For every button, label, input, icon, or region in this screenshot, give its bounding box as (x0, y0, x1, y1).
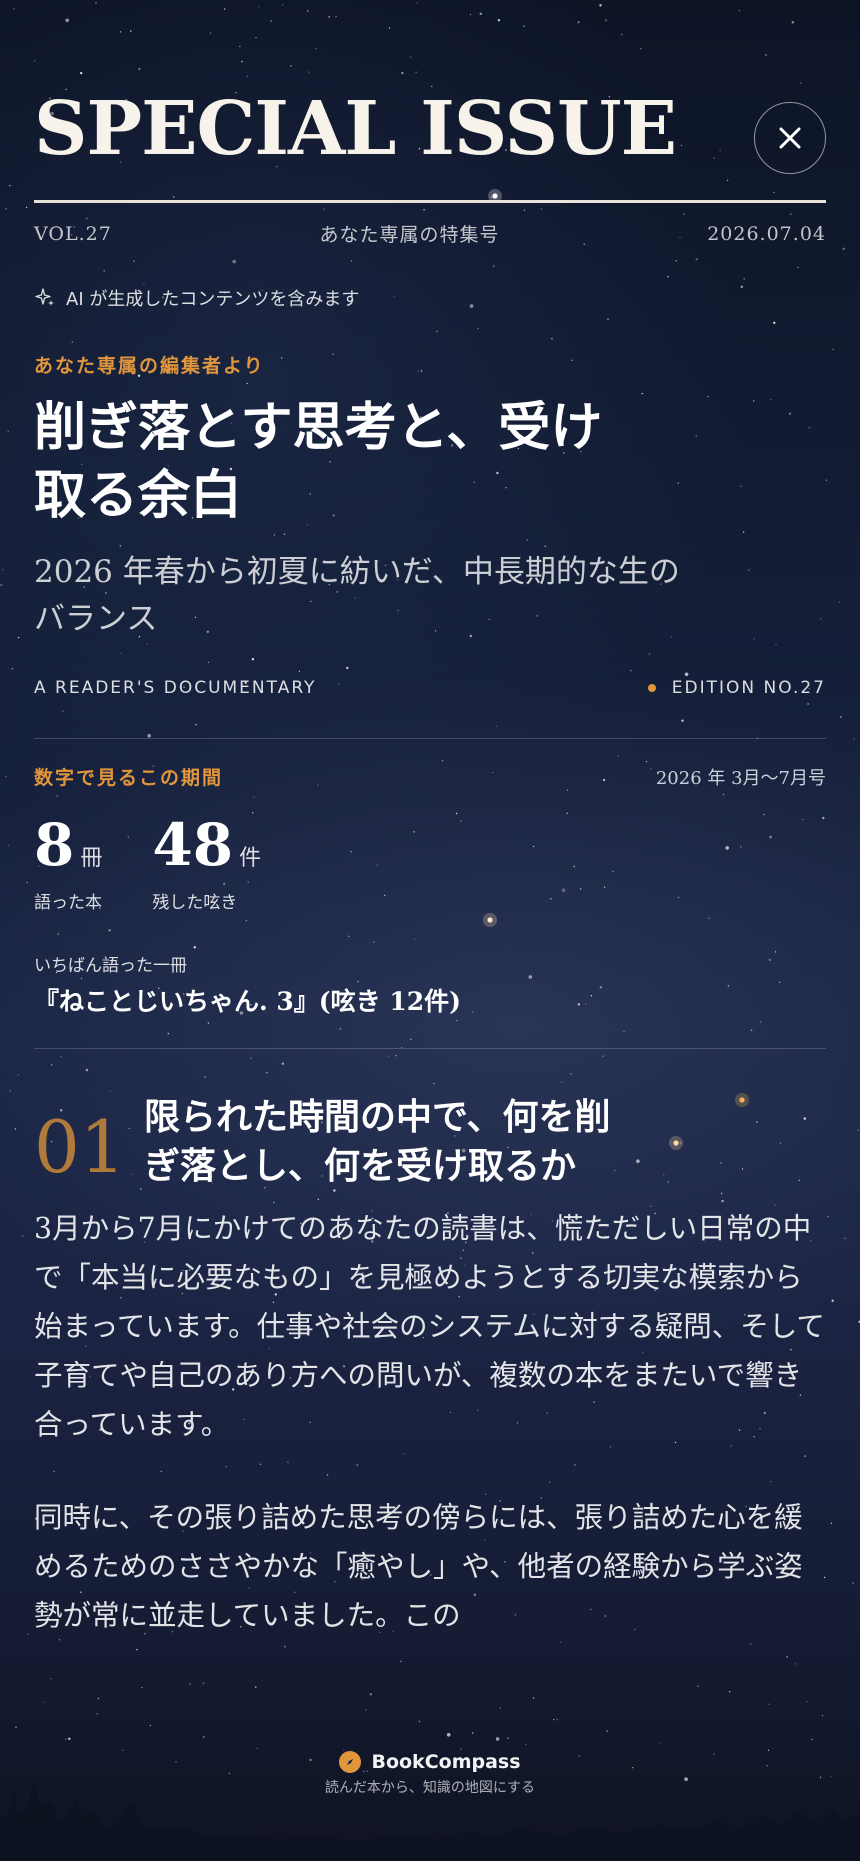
stat-value: 48 (152, 811, 234, 880)
brand-name: BookCompass (371, 1751, 521, 1773)
feature-subhead: 2026 年春から初夏に紡いだ、中長期的な生の バランス (34, 549, 826, 642)
close-icon (779, 127, 801, 149)
stat-unit: 冊 (80, 846, 103, 872)
star (43, 1701, 45, 1704)
byline-row: A READER'S DOCUMENTARY EDITION NO.27 (34, 678, 826, 698)
section-divider (34, 1048, 826, 1050)
star (499, 1707, 502, 1709)
star (697, 1685, 699, 1688)
sparkle-icon (35, 288, 54, 306)
headline-line-2: 取る余白 (34, 464, 243, 526)
stats-header: 数字で見るこの期間 2026 年 3月〜7月号 (34, 763, 826, 790)
body-paragraph: 3月から7月にかけてのあなたの読書は、慌ただしい日常の中で「本当に必要なもの」を… (34, 1212, 825, 1442)
star (65, 1738, 67, 1740)
star (141, 1686, 143, 1689)
star (149, 1724, 152, 1727)
close-button[interactable] (754, 102, 826, 174)
star (284, 1646, 286, 1648)
subhead-line-2: バランス (34, 600, 158, 637)
feature-headline: 削ぎ落とす思考と、受け 取る余白 (34, 394, 826, 529)
ai-disclaimer-text: AI が生成したコンテンツを含みます (66, 289, 360, 310)
star (728, 1691, 731, 1693)
chapter-number: 01 (34, 1105, 126, 1190)
star (659, 1742, 662, 1744)
star (560, 1641, 562, 1644)
star (256, 1747, 258, 1750)
stat-posts: 48 件 残した呟き (152, 816, 261, 913)
ai-disclaimer: AI が生成したコンテンツを含みます (34, 285, 826, 311)
issue-date: 2026.07.04 (707, 222, 826, 245)
chapter-title-line-2: ぎ落とし、何を受け取るか (144, 1144, 577, 1187)
volume-number: VOL.27 (34, 222, 112, 245)
headline-line-1: 削ぎ落とす思考と、受け (34, 397, 603, 458)
chapter-body: 3月から7月にかけてのあなたの読書は、慌ただしい日常の中で「本当に必要なもの」を… (34, 1204, 826, 1640)
edition-dot (647, 684, 656, 693)
star (15, 1726, 17, 1729)
star (786, 1656, 788, 1658)
star (202, 1682, 205, 1684)
star (189, 1683, 191, 1685)
edition-label: EDITION NO.27 (647, 678, 826, 699)
star (96, 1713, 98, 1715)
brand-tagline: 読んだ本から、知識の地図にする (324, 1780, 536, 1796)
star (553, 1718, 555, 1721)
star (365, 1709, 367, 1711)
star (255, 1686, 257, 1688)
star (68, 1737, 71, 1741)
most-discussed-title[interactable]: 『ねことじいちゃん. 3』(呟き 12件) (34, 982, 826, 1018)
star (532, 1697, 535, 1699)
most-discussed-label: いちばん語った一冊 (34, 956, 187, 977)
star (418, 1720, 420, 1723)
star (136, 1648, 138, 1651)
star (525, 1743, 527, 1746)
star (369, 1693, 372, 1696)
stat-value: 8 (34, 811, 75, 880)
star (556, 1718, 558, 1721)
chapter-title: 限られた時間の中で、何を削 ぎ落とし、何を受け取るか (144, 1093, 611, 1190)
masthead: SPECIAL ISSUE (34, 0, 826, 203)
body-paragraph: 同時に、その張り詰めた思考の傍らには、張り詰めた心を緩めるためのささやかな「癒や… (34, 1501, 803, 1633)
star (50, 1678, 52, 1680)
compass-icon (339, 1751, 362, 1773)
star (495, 1737, 500, 1741)
chapter-heading: 01 限られた時間の中で、何を削 ぎ落とし、何を受け取るか (34, 1093, 826, 1190)
edition-text: EDITION NO.27 (671, 678, 826, 699)
star (471, 1732, 474, 1734)
star (97, 1697, 100, 1700)
star (806, 1700, 808, 1703)
stats-range: 2026 年 3月〜7月号 (655, 767, 826, 789)
issue-meta: VOL.27 あなた専属の特集号 2026.07.04 (34, 220, 826, 247)
star (821, 1715, 824, 1717)
stat-label: 残した呟き (152, 893, 238, 914)
stats-title: 数字で見るこの期間 (34, 767, 224, 790)
star (794, 1663, 796, 1665)
brand-footer: BookCompass 読んだ本から、知識の地図にする (0, 1751, 860, 1797)
stat-unit: 件 (239, 846, 262, 872)
star (750, 1643, 752, 1645)
star (768, 1703, 770, 1705)
stat-books: 8 冊 語った本 (34, 816, 102, 913)
subhead-line-1: 2026 年春から初夏に紡いだ、中長期的な生の (34, 554, 680, 591)
feature-eyebrow: あなた専属の編集者より (34, 355, 265, 377)
star (400, 1660, 402, 1663)
star (460, 1748, 462, 1750)
masthead-title: SPECIAL ISSUE (34, 86, 677, 172)
star (446, 1733, 451, 1737)
section-divider (34, 738, 826, 740)
star (811, 1738, 813, 1741)
byline: A READER'S DOCUMENTARY (34, 678, 317, 699)
star (606, 1730, 608, 1732)
star (203, 1736, 205, 1738)
stats-row: 8 冊 語った本 48 件 残した呟き (34, 816, 826, 913)
issue-tagline: あなた専属の特集号 (319, 224, 500, 246)
chapter-title-line-1: 限られた時間の中で、何を削 (144, 1096, 611, 1139)
stat-label: 語った本 (34, 893, 102, 914)
masthead-rule (34, 200, 826, 203)
star (507, 1737, 509, 1739)
